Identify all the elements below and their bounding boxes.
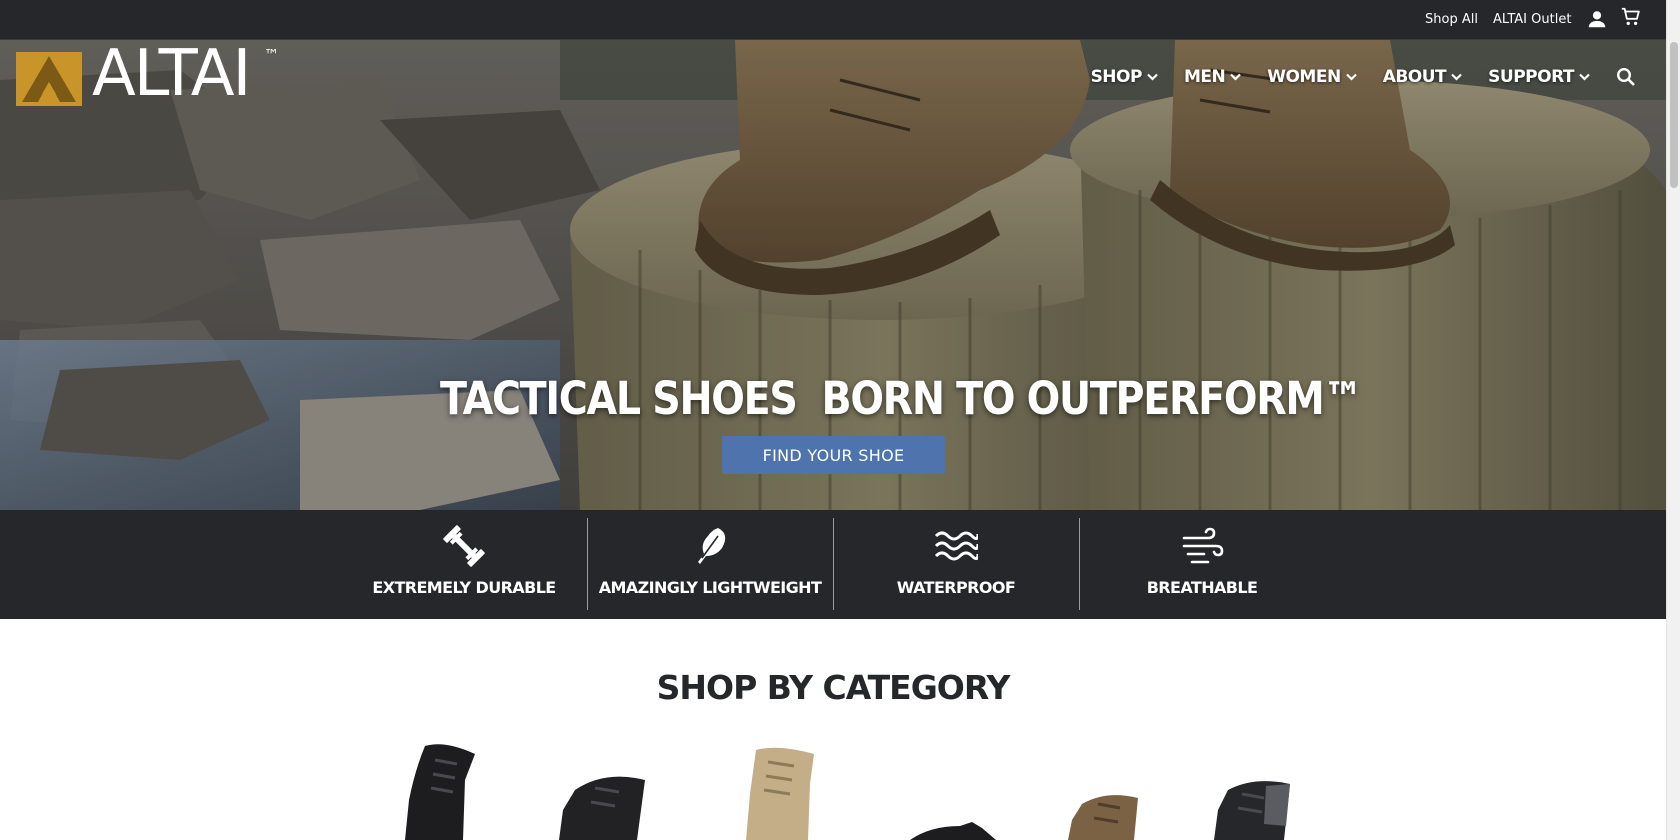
logo-trademark: ™ [264,46,279,64]
features-band: EXTREMELY DURABLE AMAZINGLY LIGHTWEIGHT … [0,510,1666,619]
wind-icon [1182,527,1224,564]
page-content: Shop All ALTAI Outlet ALTAI ™ SHOP MEN W… [0,0,1666,840]
nav-men[interactable]: MEN [1184,67,1241,87]
nav-shop[interactable]: SHOP [1091,67,1158,87]
nav-men-label: MEN [1183,67,1226,87]
product-black-mid-boot[interactable] [555,770,655,840]
feature-label: AMAZINGLY LIGHTWEIGHT [598,578,822,597]
product-black-low-shoe[interactable] [900,822,1000,840]
feature-label: EXTREMELY DURABLE [372,578,556,597]
feature-label: WATERPROOF [896,578,1016,597]
nav-shop-label: SHOP [1090,67,1143,87]
feature-label: BREATHABLE [1146,578,1258,597]
account-icon[interactable] [1586,8,1608,30]
scrollbar-thumb[interactable] [1670,42,1678,188]
nav-women-label: WOMEN [1267,67,1341,87]
nav-women[interactable]: WOMEN [1267,67,1357,87]
product-coyote-tall-boot[interactable] [738,744,828,840]
feature-lightweight: AMAZINGLY LIGHTWEIGHT [587,510,833,619]
shop-all-link[interactable]: Shop All [1425,12,1478,27]
page-scrollbar[interactable] [1666,0,1680,840]
logo-mark-icon [16,52,82,106]
altai-logo[interactable]: ALTAI ™ [16,42,286,106]
dumbbell-icon [443,525,485,567]
hero-headline: TACTICAL SHOES BORN TO OUTPERFORM™ [440,372,1363,425]
product-brown-mid-boot[interactable] [1062,790,1152,840]
nav-about-label: ABOUT [1382,67,1447,87]
chevron-down-icon [1147,73,1158,81]
product-black-grey-boot[interactable] [1208,776,1298,840]
find-your-shoe-button[interactable]: FIND YOUR SHOE [722,436,945,474]
main-navigation: SHOP MEN WOMEN ABOUT SUPPORT [1065,62,1636,92]
product-black-tall-boot[interactable] [395,740,490,840]
chevron-down-icon [1345,73,1357,81]
page: Shop All ALTAI Outlet ALTAI ™ SHOP MEN W… [0,0,1680,840]
utility-bar: Shop All ALTAI Outlet [0,0,1666,40]
chevron-down-icon [1451,73,1462,81]
shop-by-category-heading: SHOP BY CATEGORY [656,668,1011,707]
nav-about[interactable]: ABOUT [1383,67,1462,87]
outlet-link[interactable]: ALTAI Outlet [1493,12,1571,27]
waves-icon [934,531,978,561]
feature-waterproof: WATERPROOF [833,510,1079,619]
chevron-down-icon [1579,73,1590,81]
chevron-down-icon [1230,73,1241,81]
cart-icon[interactable] [1620,6,1642,28]
logo-wordmark: ALTAI [92,40,251,111]
feature-durable: EXTREMELY DURABLE [341,510,587,619]
feather-icon [698,528,726,564]
hero-banner: ALTAI ™ SHOP MEN WOMEN ABOUT SUPPORT TAC… [0,40,1666,510]
nav-support[interactable]: SUPPORT [1488,67,1590,87]
nav-support-label: SUPPORT [1488,67,1574,87]
search-icon[interactable] [1616,67,1636,87]
feature-breathable: BREATHABLE [1079,510,1325,619]
